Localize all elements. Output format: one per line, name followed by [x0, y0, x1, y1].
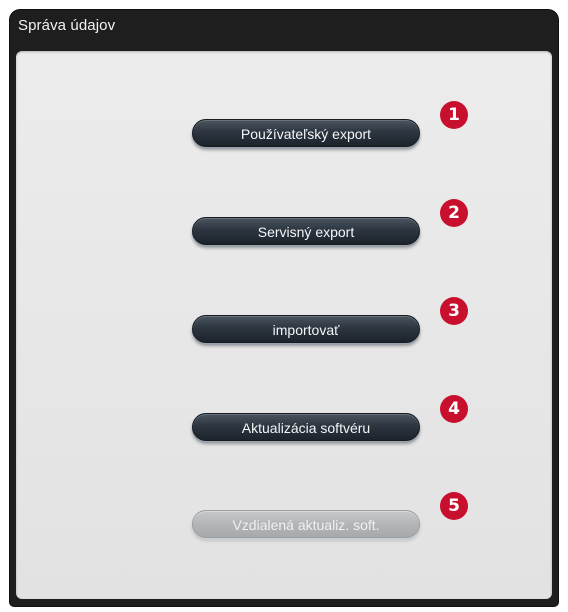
- dialog-title: Správa údajov: [18, 17, 116, 34]
- callout-2-badge: 2: [440, 199, 468, 227]
- callout-1-badge: 1: [440, 101, 468, 129]
- data-management-dialog: Správa údajov Používateľský export Servi…: [10, 10, 558, 606]
- callout-4-badge: 4: [440, 395, 468, 423]
- remote-software-update-button: Vzdialená aktualiz. soft.: [192, 510, 420, 538]
- service-export-button[interactable]: Servisný export: [192, 217, 420, 245]
- callout-5-badge: 5: [440, 492, 468, 520]
- software-update-button[interactable]: Aktualizácia softvéru: [192, 413, 420, 441]
- callout-3-badge: 3: [440, 297, 468, 325]
- import-button[interactable]: importovať: [192, 315, 420, 343]
- dialog-panel: Používateľský export Servisný export imp…: [16, 51, 552, 599]
- user-export-button[interactable]: Používateľský export: [192, 119, 420, 147]
